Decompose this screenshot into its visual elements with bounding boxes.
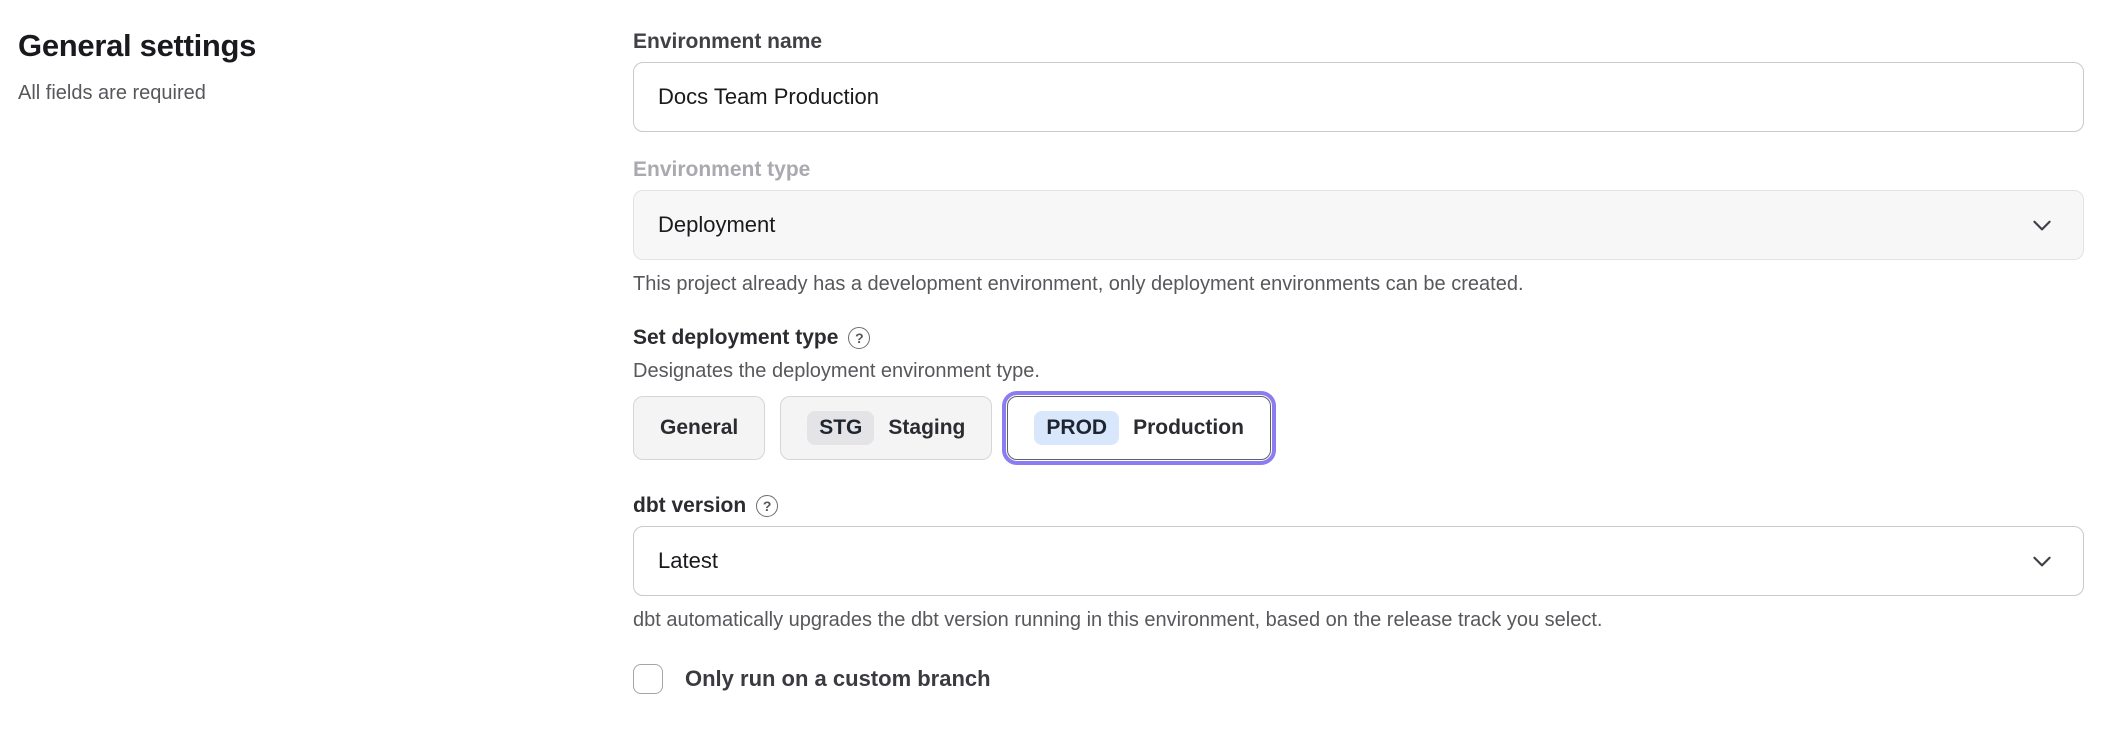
dbt-version-helper: dbt automatically upgrades the dbt versi… [633,608,2084,632]
dbt-version-value: Latest [658,548,718,574]
deployment-type-label: Set deployment type ? [633,326,2084,350]
staging-option-label: Staging [888,416,965,440]
custom-branch-checkbox[interactable] [633,664,663,694]
question-circle-icon[interactable]: ? [848,327,870,349]
stg-badge: STG [807,411,874,445]
environment-settings-form: Environment name Environment type Deploy… [633,30,2084,694]
production-option-label: Production [1133,416,1244,440]
chevron-down-icon [2029,212,2055,238]
question-circle-icon[interactable]: ? [756,495,778,517]
settings-intro: General settings All fields are required [18,28,578,105]
general-settings-page: General settings All fields are required… [0,0,2110,742]
environment-type-label: Environment type [633,158,2084,182]
deployment-type-option-staging[interactable]: STG Staging [780,396,992,460]
custom-branch-label[interactable]: Only run on a custom branch [685,666,991,692]
dbt-version-label: dbt version ? [633,494,2084,518]
dbt-version-select[interactable]: Latest [633,526,2084,596]
page-subtitle: All fields are required [18,81,578,105]
deployment-type-option-production[interactable]: PROD Production [1007,396,1271,460]
deployment-type-options: General STG Staging PROD Production [633,396,2084,460]
deployment-type-option-general[interactable]: General [633,396,765,460]
prod-badge: PROD [1034,411,1119,445]
chevron-down-icon [2029,548,2055,574]
custom-branch-row: Only run on a custom branch [633,664,2084,694]
deployment-type-description: Designates the deployment environment ty… [633,358,2084,384]
general-option-label: General [660,416,738,440]
deployment-type-label-text: Set deployment type [633,326,838,350]
dbt-version-label-text: dbt version [633,494,746,518]
environment-type-value: Deployment [658,212,775,238]
environment-name-input[interactable] [633,62,2084,132]
environment-type-helper: This project already has a development e… [633,272,2084,296]
page-title: General settings [18,28,578,64]
environment-name-label: Environment name [633,30,2084,54]
environment-type-select: Deployment [633,190,2084,260]
